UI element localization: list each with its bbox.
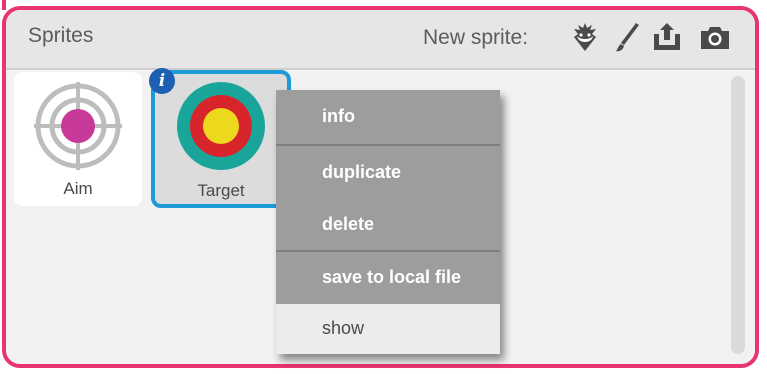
sprites-header: Sprites New sprite: — [6, 10, 755, 70]
panel-title: Sprites — [28, 24, 94, 47]
aim-thumbnail — [34, 82, 122, 170]
new-sprite-label: New sprite: — [423, 26, 529, 49]
menu-separator — [276, 144, 500, 146]
sprite-tile-target[interactable]: i Target — [149, 68, 291, 208]
menu-item-show[interactable]: show — [276, 304, 500, 354]
target-thumbnail — [177, 82, 265, 170]
upload-sprite-icon[interactable] — [650, 20, 684, 54]
choose-sprite-icon[interactable] — [568, 20, 602, 54]
menu-item-delete[interactable]: delete — [276, 214, 500, 235]
camera-icon[interactable] — [698, 20, 732, 54]
sprite-name: Target — [197, 181, 245, 200]
vertical-scrollbar[interactable] — [731, 76, 745, 354]
sprite-tile-aim[interactable]: Aim — [14, 72, 142, 206]
info-badge-icon[interactable]: i — [149, 68, 175, 94]
menu-item-duplicate[interactable]: duplicate — [276, 162, 500, 183]
paint-brush-icon[interactable] — [610, 20, 644, 54]
menu-separator — [276, 250, 500, 252]
menu-item-save-to-local-file[interactable]: save to local file — [276, 267, 500, 288]
sprite-name: Aim — [63, 179, 93, 198]
frame-corner-mark — [2, 0, 6, 10]
menu-item-info[interactable]: info — [276, 106, 500, 127]
sprite-context-menu: info duplicate delete save to local file… — [276, 90, 500, 354]
